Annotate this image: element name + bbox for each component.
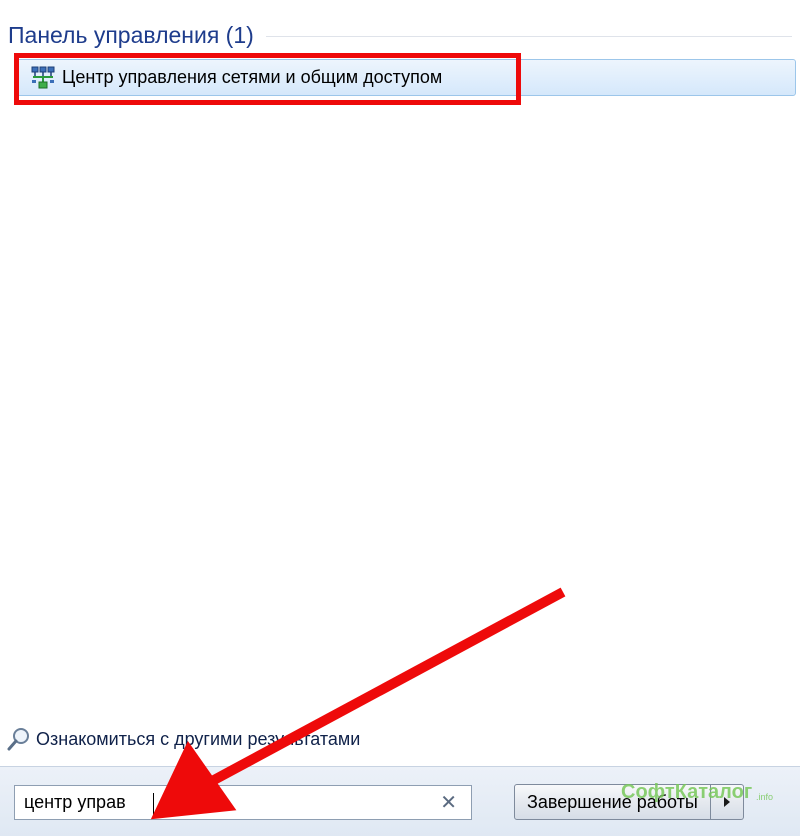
group-header: Панель управления (1) xyxy=(8,18,792,52)
annotation-arrow xyxy=(150,587,566,820)
clear-search-icon[interactable]: ✕ xyxy=(440,791,457,815)
shutdown-control: Завершение работы xyxy=(514,784,744,820)
start-menu-search-panel: Панель управления (1) Центр управления с… xyxy=(0,0,800,836)
text-caret xyxy=(153,793,154,815)
triangle-right-icon xyxy=(723,797,730,807)
shutdown-options-button[interactable] xyxy=(710,784,744,820)
search-result-network-center[interactable]: Центр управления сетями и общим доступом xyxy=(14,59,796,96)
result-label: Центр управления сетями и общим доступом xyxy=(62,67,443,87)
shutdown-button[interactable]: Завершение работы xyxy=(514,784,711,820)
see-more-results-link[interactable]: Ознакомиться с другими результатами xyxy=(6,725,360,753)
group-title[interactable]: Панель управления (1) xyxy=(8,22,266,49)
search-box[interactable]: ✕ xyxy=(14,785,472,820)
see-more-results-label: Ознакомиться с другими результатами xyxy=(36,728,361,749)
network-center-icon xyxy=(31,66,55,90)
group-divider xyxy=(265,35,792,37)
search-input[interactable] xyxy=(15,787,424,818)
magnifier-icon xyxy=(6,726,32,752)
